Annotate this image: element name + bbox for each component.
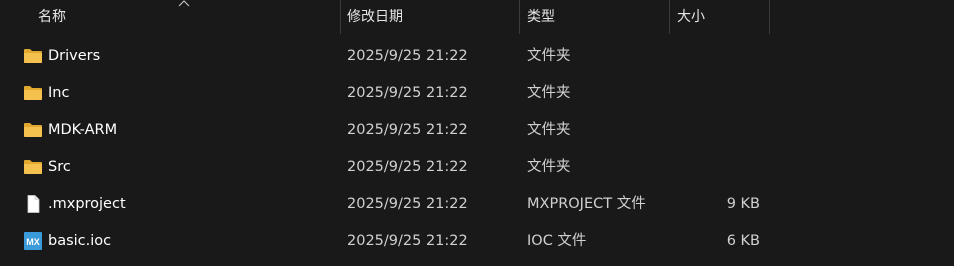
column-header-type[interactable]: 类型 — [527, 0, 667, 34]
column-header-size[interactable]: 大小 — [677, 0, 767, 34]
file-name: Drivers — [48, 48, 101, 64]
file-type: MXPROJECT 文件 — [527, 196, 646, 212]
column-header-date[interactable]: 修改日期 — [347, 0, 517, 34]
file-type: 文件夹 — [527, 85, 571, 101]
mx-badge-label: MX — [26, 237, 40, 247]
file-list: Drivers 2025/9/25 21:22 文件夹 Inc 2025/9/2… — [0, 38, 954, 260]
folder-icon — [24, 49, 42, 63]
mx-file-icon: MX — [24, 232, 42, 250]
file-name: .mxproject — [48, 196, 126, 212]
file-date: 2025/9/25 21:22 — [347, 85, 468, 101]
file-row[interactable]: Src 2025/9/25 21:22 文件夹 — [0, 149, 954, 186]
column-divider[interactable] — [519, 0, 520, 34]
column-header-name[interactable]: 名称 — [38, 0, 338, 34]
file-size — [670, 149, 760, 186]
file-date: 2025/9/25 21:22 — [347, 159, 468, 175]
file-size: 9 KB — [726, 196, 760, 212]
file-size — [670, 38, 760, 75]
file-name: basic.ioc — [48, 233, 112, 249]
file-name: MDK-ARM — [48, 122, 118, 138]
file-type: 文件夹 — [527, 159, 571, 175]
file-row[interactable]: .mxproject 2025/9/25 21:22 MXPROJECT 文件 … — [0, 186, 954, 223]
file-type: IOC 文件 — [527, 233, 587, 249]
file-size — [670, 112, 760, 149]
file-row[interactable]: Drivers 2025/9/25 21:22 文件夹 — [0, 38, 954, 75]
folder-icon — [24, 160, 42, 174]
column-divider[interactable] — [669, 0, 670, 34]
file-name: Src — [48, 159, 71, 175]
column-divider[interactable] — [340, 0, 341, 34]
file-date: 2025/9/25 21:22 — [347, 196, 468, 212]
file-date: 2025/9/25 21:22 — [347, 48, 468, 64]
file-explorer-view: 名称 修改日期 类型 大小 Drivers 2025/9/25 21:22 文件… — [0, 0, 954, 266]
folder-icon — [24, 123, 42, 137]
column-header-bar: 名称 修改日期 类型 大小 — [0, 0, 954, 34]
file-icon — [27, 195, 40, 213]
file-date: 2025/9/25 21:22 — [347, 233, 468, 249]
file-size: 6 KB — [726, 233, 760, 249]
file-size — [670, 75, 760, 112]
folder-icon — [24, 86, 42, 100]
file-name: Inc — [48, 85, 70, 101]
file-date: 2025/9/25 21:22 — [347, 122, 468, 138]
file-row[interactable]: Inc 2025/9/25 21:22 文件夹 — [0, 75, 954, 112]
file-type: 文件夹 — [527, 48, 571, 64]
file-type: 文件夹 — [527, 122, 571, 138]
file-row[interactable]: MX basic.ioc 2025/9/25 21:22 IOC 文件 6 KB — [0, 223, 954, 260]
file-row[interactable]: MDK-ARM 2025/9/25 21:22 文件夹 — [0, 112, 954, 149]
column-divider[interactable] — [769, 0, 770, 34]
